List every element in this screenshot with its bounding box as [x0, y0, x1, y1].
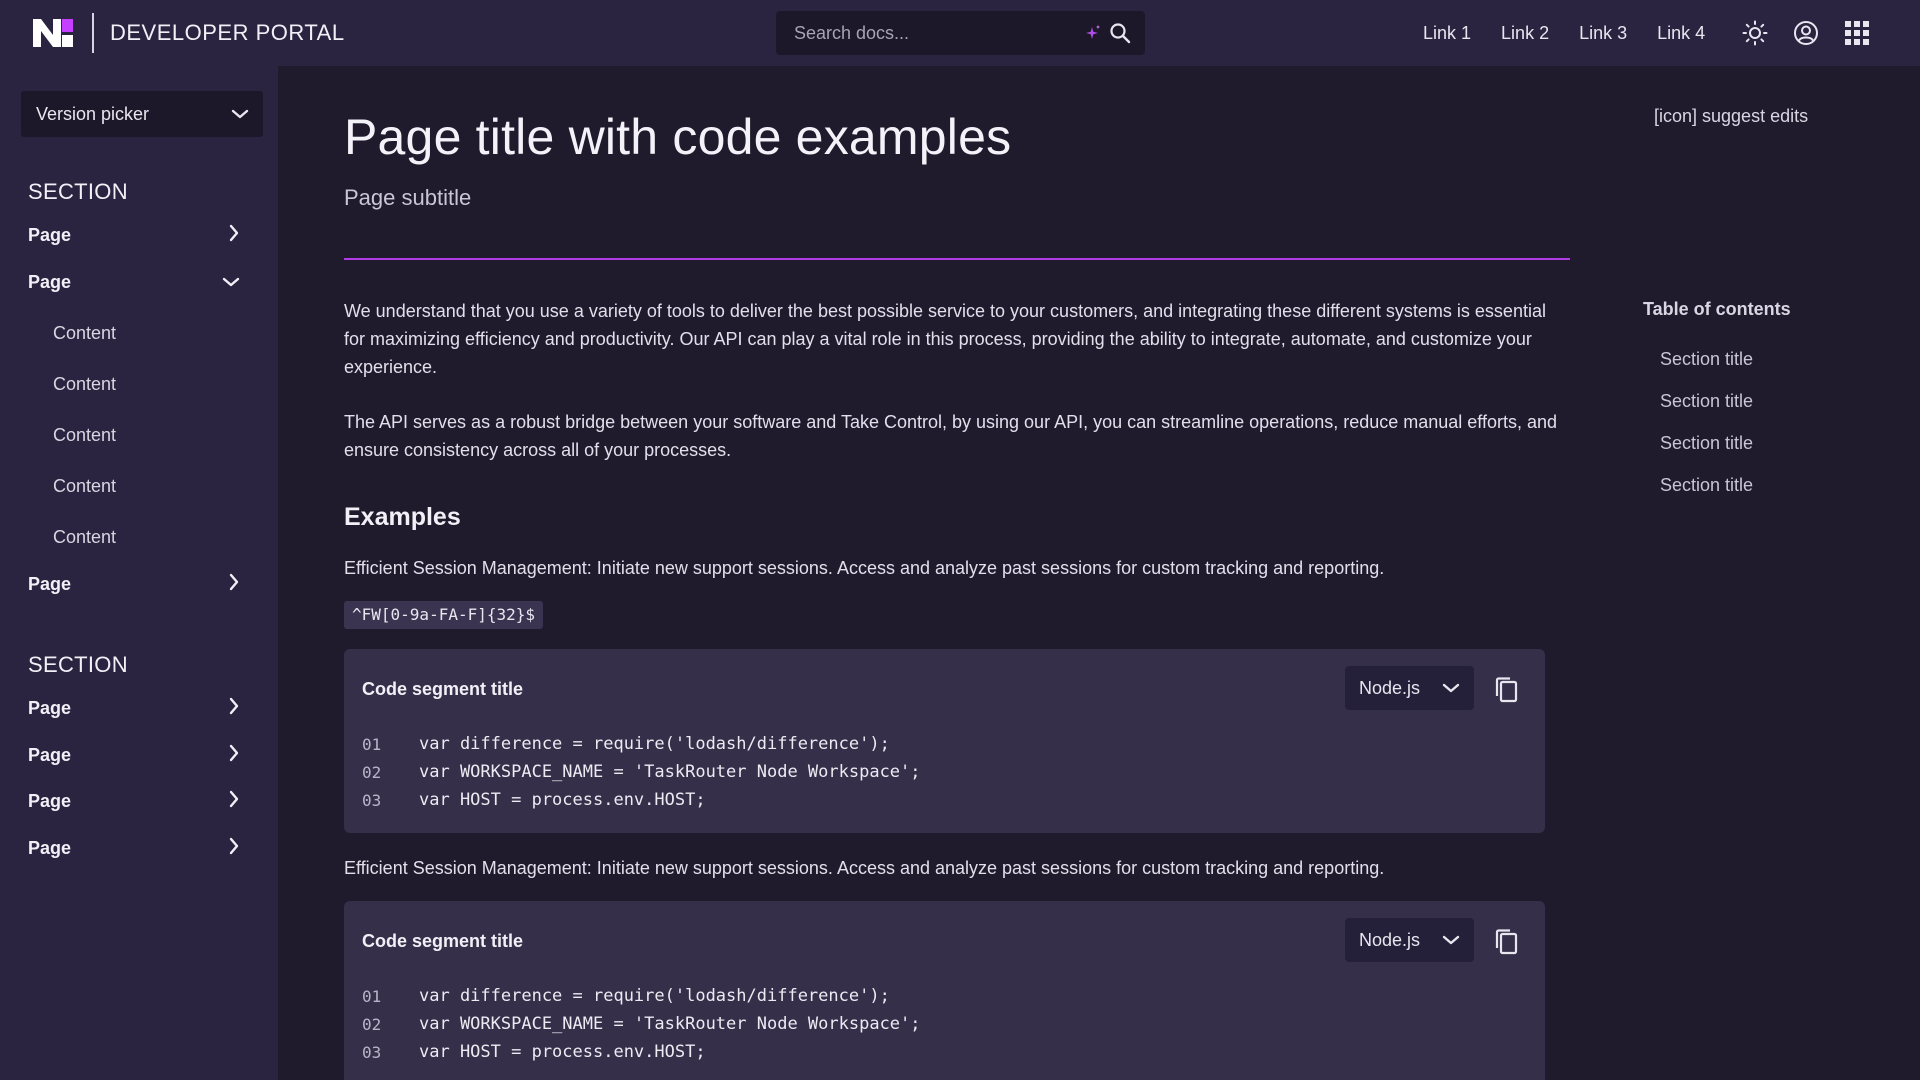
line-number: 01	[362, 986, 382, 1006]
user-account-icon[interactable]	[1793, 20, 1819, 46]
code-line: 01 var difference = require('lodash/diffe…	[362, 982, 921, 1010]
sidebar-page-item[interactable]: Page	[28, 833, 240, 863]
version-picker-label: Version picker	[36, 103, 150, 124]
examples-heading: Examples	[344, 503, 461, 531]
header-link-3[interactable]: Link 3	[1579, 23, 1627, 44]
sidebar-page-item[interactable]: Page	[28, 786, 240, 816]
top-navigation-bar: DEVELOPER PORTAL Link 1 Link 2 Link 3 Li…	[0, 0, 1920, 66]
chevron-right-icon	[228, 224, 240, 247]
logo-icon	[32, 17, 74, 49]
brand-name: DEVELOPER PORTAL	[110, 20, 345, 45]
line-number: 02	[362, 762, 382, 782]
language-select[interactable]: Node.js	[1345, 666, 1474, 710]
sun-icon[interactable]	[1742, 20, 1768, 46]
header-link-2[interactable]: Link 2	[1501, 23, 1549, 44]
chevron-right-icon	[228, 790, 240, 813]
title-divider	[344, 258, 1570, 260]
example-description: Efficient Session Management: Initiate n…	[344, 558, 1385, 578]
page-subtitle: Page subtitle	[344, 185, 472, 210]
line-number: 03	[362, 1042, 382, 1062]
code-line: 02 var WORKSPACE_NAME = 'TaskRouter Node …	[362, 1010, 921, 1038]
code-block-title: Code segment title	[362, 679, 524, 699]
language-select[interactable]: Node.js	[1345, 918, 1474, 962]
sidebar-page-label: Page	[28, 271, 72, 292]
sidebar-content-item[interactable]: Content	[53, 527, 116, 548]
sparkle-icon[interactable]	[1085, 24, 1101, 42]
inline-code: ^FW[0-9a-FA-F]{32}$	[344, 601, 544, 629]
chevron-down-icon	[222, 272, 240, 293]
line-number: 03	[362, 790, 382, 810]
code-line: 03 var HOST = process.env.HOST;	[362, 1038, 921, 1066]
code-text: var difference = require('lodash/differe…	[419, 734, 890, 754]
suggest-edits-link[interactable]: [icon] suggest edits	[1654, 106, 1808, 127]
toc-item[interactable]: Section title	[1660, 349, 1753, 370]
code-text: var difference = require('lodash/differe…	[419, 986, 890, 1006]
chevron-right-icon	[228, 697, 240, 720]
code-lines: 01 var difference = require('lodash/diffe…	[362, 730, 921, 814]
chevron-right-icon	[228, 837, 240, 860]
chevron-down-icon	[1442, 678, 1460, 699]
code-text: var HOST = process.env.HOST;	[419, 1042, 706, 1062]
header-link-1[interactable]: Link 1	[1423, 23, 1471, 44]
code-block: Code segment title Node.js 01 var differe…	[344, 649, 1545, 833]
version-picker[interactable]: Version picker	[21, 91, 263, 137]
page-title: Page title with code examples	[344, 109, 1012, 165]
chevron-down-icon	[1442, 930, 1460, 951]
search-icon[interactable]	[1109, 22, 1131, 44]
example-description: Efficient Session Management: Initiate n…	[344, 858, 1385, 878]
copy-icon[interactable]	[1494, 928, 1520, 956]
search-box	[776, 11, 1145, 55]
code-block: Code segment title Node.js 01 var differe…	[344, 901, 1545, 1080]
toc-item[interactable]: Section title	[1660, 475, 1753, 496]
main-content: Page title with code examples Page subti…	[278, 66, 1920, 1080]
search-input[interactable]	[794, 22, 1077, 44]
code-text: var WORKSPACE_NAME = 'TaskRouter Node Wo…	[419, 1014, 921, 1034]
sidebar-section-title: SECTION	[28, 179, 128, 204]
sidebar-page-item[interactable]: Page	[28, 693, 240, 723]
sidebar-page-item[interactable]: Page	[28, 569, 240, 599]
sidebar-page-label: Page	[28, 573, 72, 594]
code-lines: 01 var difference = require('lodash/diffe…	[362, 982, 921, 1066]
toc-item[interactable]: Section title	[1660, 391, 1753, 412]
code-text: var WORKSPACE_NAME = 'TaskRouter Node Wo…	[419, 762, 921, 782]
brand-divider	[92, 13, 94, 53]
chevron-right-icon	[228, 573, 240, 596]
sidebar-page-label: Page	[28, 744, 72, 765]
line-number: 01	[362, 734, 382, 754]
copy-icon[interactable]	[1494, 676, 1520, 704]
code-text: var HOST = process.env.HOST;	[419, 790, 706, 810]
chevron-down-icon	[231, 104, 249, 125]
sidebar-page-label: Page	[28, 837, 72, 858]
apps-grid-icon[interactable]	[1844, 20, 1870, 46]
header-icon-buttons	[1742, 0, 1895, 66]
sidebar-page-item[interactable]: Page	[28, 267, 240, 297]
sidebar-section-title: SECTION	[28, 652, 128, 677]
sidebar-content-item[interactable]: Content	[53, 374, 116, 395]
line-number: 02	[362, 1014, 382, 1034]
sidebar-page-label: Page	[28, 790, 72, 811]
toc-title: Table of contents	[1643, 299, 1791, 319]
code-line: 03 var HOST = process.env.HOST;	[362, 786, 921, 814]
intro-paragraph: We understand that you use a variety of …	[344, 301, 1546, 377]
sidebar: Version picker SECTION Page Page Content…	[0, 66, 278, 1080]
code-line: 01 var difference = require('lodash/diffe…	[362, 730, 921, 758]
brand[interactable]: DEVELOPER PORTAL	[32, 0, 345, 66]
code-block-title: Code segment title	[362, 931, 524, 951]
language-select-value: Node.js	[1359, 677, 1421, 698]
chevron-right-icon	[228, 744, 240, 767]
toc-item[interactable]: Section title	[1660, 433, 1753, 454]
sidebar-page-label: Page	[28, 697, 72, 718]
sidebar-content-item[interactable]: Content	[53, 425, 116, 446]
sidebar-page-item[interactable]: Page	[28, 740, 240, 770]
sidebar-page-item[interactable]: Page	[28, 220, 240, 250]
intro-paragraph: The API serves as a robust bridge betwee…	[344, 412, 1558, 460]
header-links: Link 1 Link 2 Link 3 Link 4	[1423, 0, 1735, 66]
header-link-4[interactable]: Link 4	[1657, 23, 1705, 44]
sidebar-content-item[interactable]: Content	[53, 323, 116, 344]
sidebar-content-item[interactable]: Content	[53, 476, 116, 497]
code-line: 02 var WORKSPACE_NAME = 'TaskRouter Node …	[362, 758, 921, 786]
language-select-value: Node.js	[1359, 929, 1421, 950]
sidebar-page-label: Page	[28, 224, 72, 245]
